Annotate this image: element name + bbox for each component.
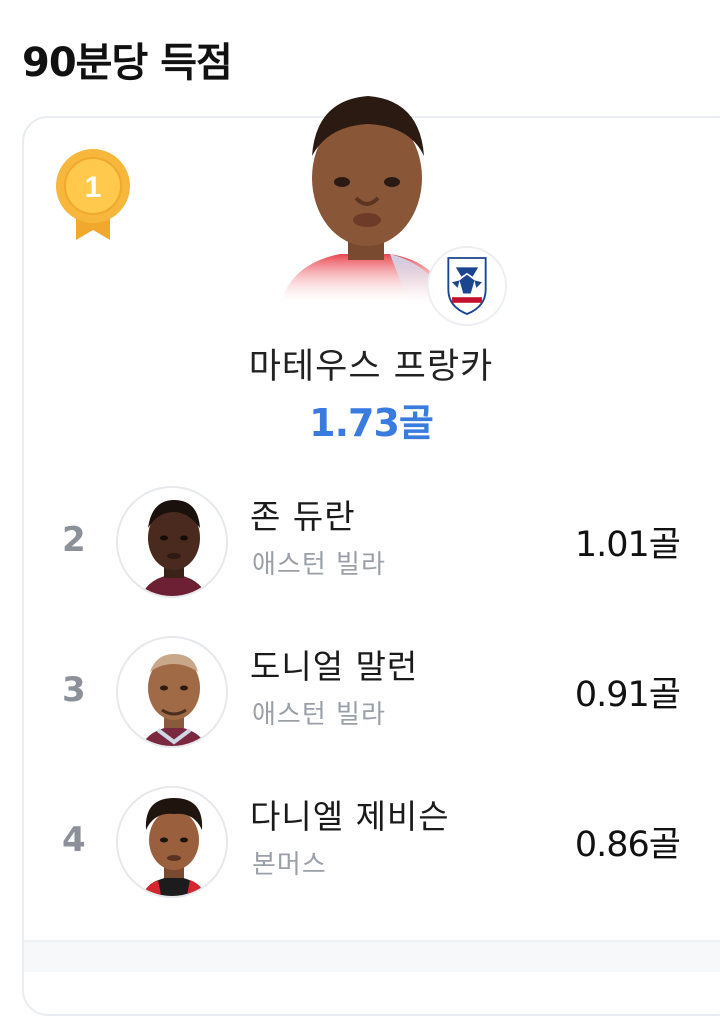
medal-rank: 1 (85, 171, 102, 204)
ranking-row[interactable]: 4 다니엘 제비슨 본머스 0.86골 (0, 786, 720, 916)
rank-number: 2 (62, 520, 86, 560)
rank-number: 3 (62, 670, 86, 710)
gold-medal-icon: 1 (54, 148, 132, 244)
player-value: 0.91골 (574, 675, 681, 715)
crystal-palace-badge-icon (427, 246, 507, 326)
player-team: 본머스 (252, 850, 327, 880)
player-value: 1.01골 (574, 525, 681, 565)
player-avatar (116, 636, 228, 748)
player-team: 애스턴 빌라 (252, 700, 386, 730)
ranking-row[interactable]: 3 도니얼 말런 애스턴 빌라 0.91골 (0, 636, 720, 766)
player-name: 도니얼 말런 (250, 647, 419, 686)
player-avatar (116, 786, 228, 898)
player-value: 0.86골 (574, 825, 681, 865)
leader-name: 마테우스 프랑카 (248, 347, 494, 387)
page-title: 90분당 득점 (22, 40, 233, 86)
player-name: 다니엘 제비슨 (250, 797, 450, 836)
player-avatar (116, 486, 228, 598)
player-name: 존 듀란 (250, 497, 356, 536)
ranking-row[interactable]: 2 존 듀란 애스턴 빌라 1.01골 (0, 486, 720, 616)
player-team: 애스턴 빌라 (252, 550, 386, 580)
rank-number: 4 (62, 820, 86, 860)
leader-value: 1.73골 (309, 401, 434, 445)
card-footer (24, 942, 720, 972)
